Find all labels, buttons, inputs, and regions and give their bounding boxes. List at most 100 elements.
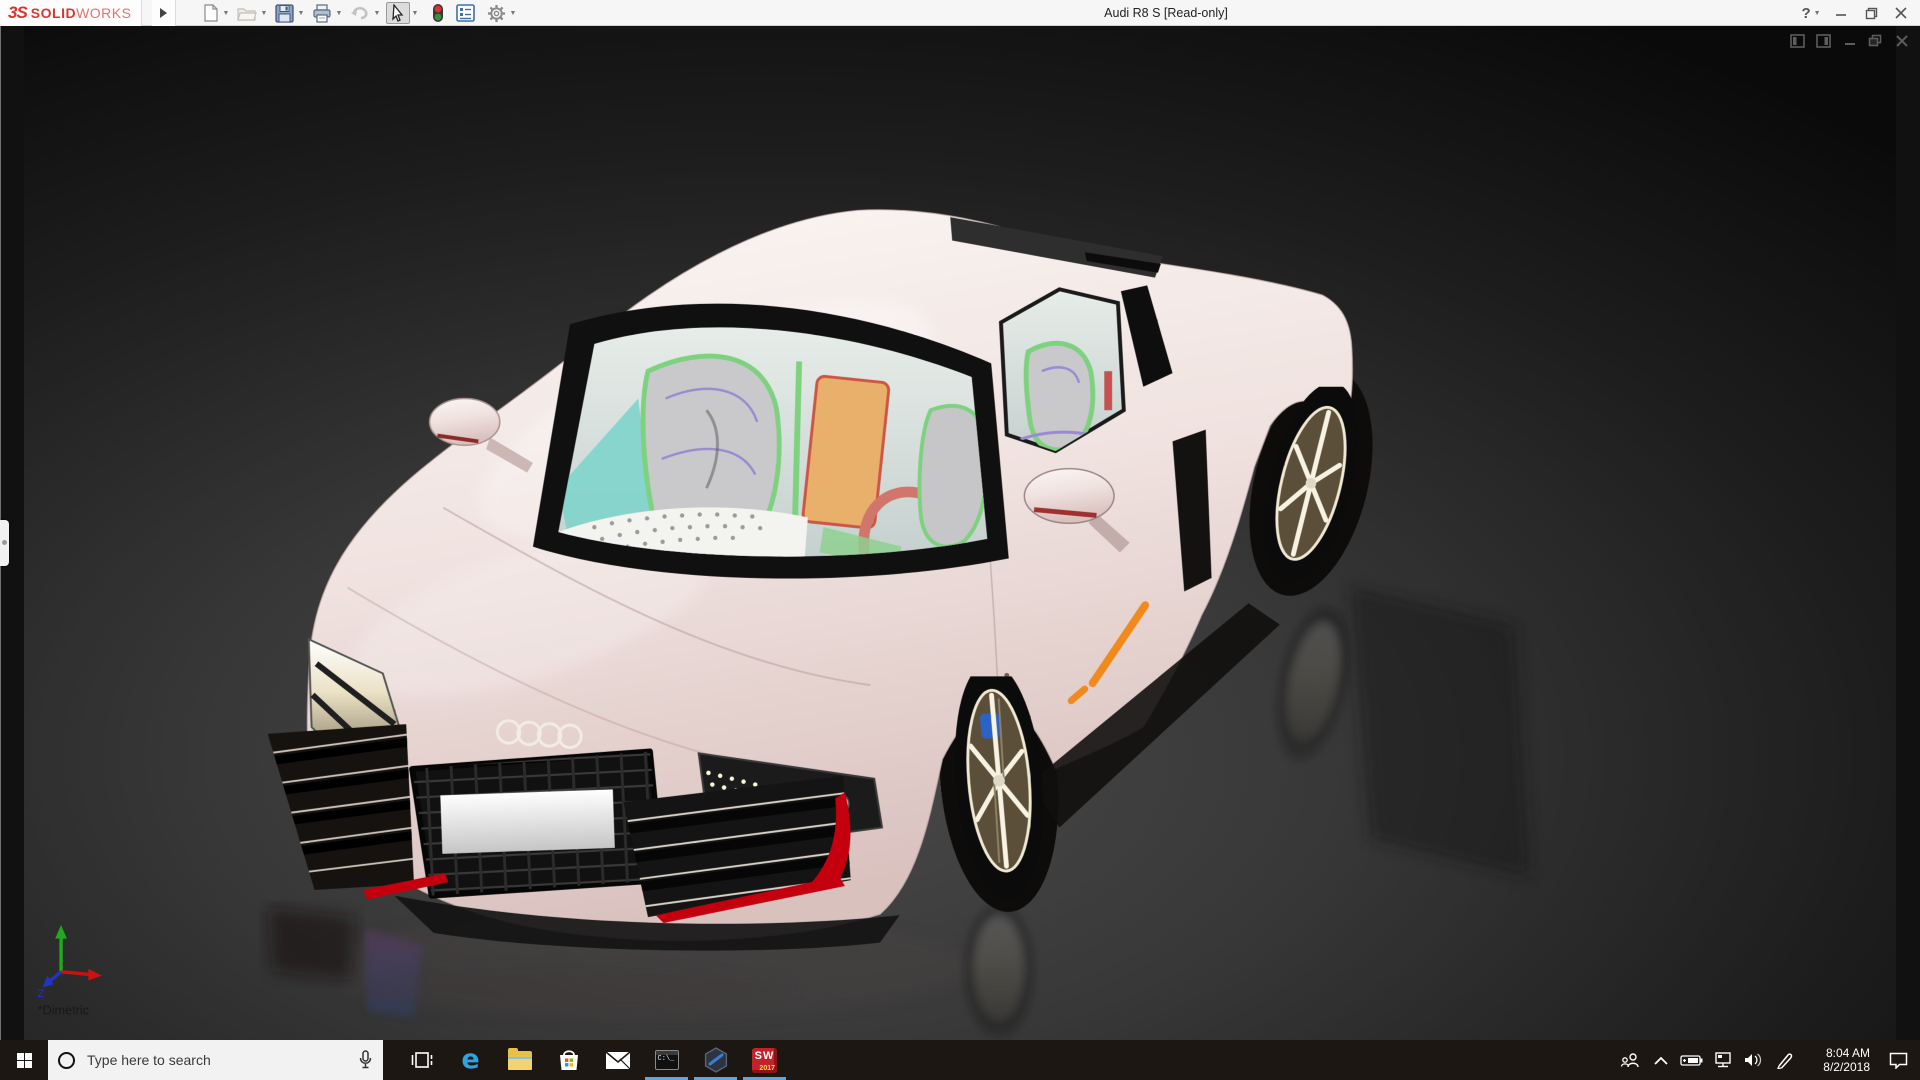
- help-button[interactable]: ? ▼: [1798, 2, 1824, 24]
- feature-pane-icon: [1790, 34, 1805, 48]
- feature-tree-flyout-tab[interactable]: [0, 520, 9, 566]
- model-canvas[interactable]: Z *Dimetric: [0, 26, 1920, 1040]
- solidworks-visualize-button[interactable]: [691, 1040, 740, 1080]
- solidworks-2017-icon: SW 2017: [752, 1048, 777, 1073]
- system-tray: 8:04 AM 8/2/2018: [1614, 1040, 1920, 1080]
- dassault-3ds-mark: 3S: [8, 3, 27, 23]
- windows-logo-icon: [17, 1053, 32, 1068]
- select-cursor-icon: [389, 4, 407, 22]
- mail-icon: [605, 1051, 631, 1070]
- file-explorer-button[interactable]: [495, 1040, 544, 1080]
- rebuild-button[interactable]: [430, 2, 446, 24]
- flyout-grip-dot: [2, 540, 7, 545]
- save-button[interactable]: [273, 2, 296, 24]
- battery-button[interactable]: [1676, 1040, 1707, 1080]
- taskbar-apps: e: [397, 1040, 789, 1080]
- brand-solid: SOLID: [31, 5, 76, 21]
- close-icon: [1895, 7, 1907, 19]
- save-icon: [275, 4, 294, 23]
- doc-close-button[interactable]: [1893, 33, 1910, 48]
- windows-taskbar: e: [0, 1040, 1920, 1080]
- titlebar: 3S SOLID WORKS ▼ ▼: [0, 0, 1920, 26]
- taskbar-search[interactable]: [48, 1040, 383, 1080]
- people-icon: [1620, 1052, 1640, 1068]
- action-center-button[interactable]: [1876, 1040, 1920, 1080]
- help-dropdown-arrow: ▼: [1814, 10, 1821, 17]
- tray-date: 8/2/2018: [1808, 1060, 1870, 1074]
- new-document-button[interactable]: [200, 2, 221, 24]
- task-view-button[interactable]: [397, 1040, 446, 1080]
- search-input[interactable]: [87, 1052, 358, 1068]
- doc-close-icon: [1895, 34, 1909, 48]
- minimize-icon: [1835, 7, 1847, 19]
- solidworks-2017-button[interactable]: SW 2017: [740, 1040, 789, 1080]
- open-icon: [237, 4, 257, 22]
- quick-access-toolbar: ▼ ▼ ▼: [200, 0, 522, 26]
- select-dropdown[interactable]: ▼: [410, 2, 420, 24]
- new-document-icon: [202, 4, 219, 22]
- volume-button[interactable]: [1738, 1040, 1769, 1080]
- clock[interactable]: 8:04 AM 8/2/2018: [1808, 1046, 1870, 1074]
- brand-works: WORKS: [76, 5, 131, 21]
- file-properties-icon: [456, 4, 475, 22]
- open-button[interactable]: [235, 2, 259, 24]
- pen-icon: [1776, 1052, 1794, 1069]
- show-feature-pane-button[interactable]: [1789, 33, 1806, 48]
- options-gear-icon: [487, 4, 506, 23]
- print-icon: [312, 4, 332, 23]
- network-button[interactable]: [1707, 1040, 1738, 1080]
- undo-button[interactable]: [348, 2, 372, 24]
- solidworks-visualize-icon: [703, 1047, 729, 1073]
- store-icon: [557, 1048, 581, 1072]
- window-controls: ? ▼: [1798, 0, 1914, 26]
- doc-restore-button[interactable]: [1867, 33, 1884, 48]
- doc-minimize-button[interactable]: [1841, 33, 1858, 48]
- chevron-up-icon: [1654, 1056, 1668, 1065]
- store-button[interactable]: [544, 1040, 593, 1080]
- graphics-viewport[interactable]: Z *Dimetric: [0, 26, 1920, 1040]
- speaker-icon: [1744, 1052, 1763, 1068]
- edge-icon: e: [461, 1047, 479, 1073]
- document-window-controls: [1789, 33, 1910, 48]
- license-plate-blank: [440, 789, 615, 853]
- doc-minimize-icon: [1843, 34, 1857, 48]
- options-button[interactable]: [485, 2, 508, 24]
- save-dropdown[interactable]: ▼: [296, 2, 306, 24]
- new-document-dropdown[interactable]: ▼: [221, 2, 231, 24]
- options-dropdown[interactable]: ▼: [508, 2, 518, 24]
- open-dropdown[interactable]: ▼: [259, 2, 269, 24]
- undo-icon: [350, 4, 370, 22]
- command-prompt-button[interactable]: C:\_: [642, 1040, 691, 1080]
- edge-button[interactable]: e: [446, 1040, 495, 1080]
- select-button[interactable]: [386, 2, 410, 24]
- expand-arrow-icon: [160, 8, 167, 18]
- start-button[interactable]: [0, 1040, 48, 1080]
- ethernet-icon: [1713, 1052, 1733, 1068]
- action-center-icon: [1889, 1052, 1908, 1069]
- print-button[interactable]: [310, 2, 334, 24]
- people-button[interactable]: [1614, 1040, 1645, 1080]
- minimize-button[interactable]: [1828, 2, 1854, 24]
- tray-time: 8:04 AM: [1808, 1046, 1870, 1060]
- hidden-icons-button[interactable]: [1645, 1040, 1676, 1080]
- undo-dropdown[interactable]: ▼: [372, 2, 382, 24]
- file-explorer-icon: [508, 1051, 532, 1070]
- windows-ink-button[interactable]: [1769, 1040, 1800, 1080]
- microphone-icon[interactable]: [358, 1050, 373, 1070]
- solidworks-logo[interactable]: 3S SOLID WORKS: [0, 0, 142, 26]
- mail-button[interactable]: [593, 1040, 642, 1080]
- close-button[interactable]: [1888, 2, 1914, 24]
- display-pane-icon: [1816, 34, 1831, 48]
- screen: 3S SOLID WORKS ▼ ▼: [0, 0, 1920, 1080]
- menu-expand-button[interactable]: [152, 0, 176, 26]
- battery-charging-icon: [1680, 1054, 1703, 1067]
- restore-icon: [1865, 7, 1878, 20]
- doc-restore-icon: [1868, 34, 1883, 48]
- task-view-icon: [410, 1049, 434, 1071]
- view-orientation-label: *Dimetric: [38, 1004, 89, 1018]
- print-dropdown[interactable]: ▼: [334, 2, 344, 24]
- restore-button[interactable]: [1858, 2, 1884, 24]
- show-display-pane-button[interactable]: [1815, 33, 1832, 48]
- rebuild-traffic-light-icon: [432, 3, 444, 23]
- file-properties-button[interactable]: [454, 2, 477, 24]
